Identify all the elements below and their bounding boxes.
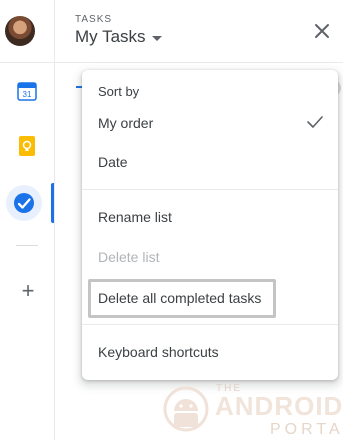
sort-date-item[interactable]: Date	[82, 144, 338, 180]
checkmark-icon	[307, 116, 323, 128]
keyboard-shortcuts-item[interactable]: Keyboard shortcuts	[82, 334, 338, 370]
caret-down-icon	[151, 36, 162, 41]
side-rail: 31 +	[0, 0, 55, 440]
rail-divider	[16, 245, 38, 246]
sort-by-label: Sort by	[98, 84, 140, 99]
tasks-app-button[interactable]	[6, 185, 42, 221]
menu-divider	[82, 189, 338, 190]
menu-item-label: Rename list	[98, 209, 172, 225]
header-eyebrow: TASKS	[75, 14, 113, 25]
list-options-menu: Sort by My order Date Rename list Delete…	[82, 70, 338, 380]
header-divider	[55, 62, 343, 63]
delete-completed-tasks-item[interactable]: Delete all completed tasks	[82, 280, 338, 316]
add-addon-icon[interactable]: +	[18, 280, 38, 302]
list-name: My Tasks	[75, 27, 146, 46]
keep-icon[interactable]	[16, 135, 38, 157]
menu-item-label: Keyboard shortcuts	[98, 344, 219, 360]
list-selector[interactable]: My Tasks	[75, 27, 162, 47]
menu-item-label: Delete list	[98, 249, 160, 265]
android-robot-icon	[163, 386, 209, 432]
watermark-line3: PORTAL	[270, 421, 343, 438]
active-indicator	[51, 183, 54, 223]
menu-divider	[82, 324, 338, 325]
close-icon[interactable]	[312, 21, 332, 41]
rename-list-item[interactable]: Rename list	[82, 199, 338, 235]
rail-divider	[0, 62, 54, 63]
tasks-icon	[14, 193, 34, 213]
calendar-icon[interactable]: 31	[16, 80, 38, 102]
delete-list-item: Delete list	[82, 239, 338, 275]
watermark-line2: ANDROID	[215, 391, 343, 421]
sort-my-order-item[interactable]: My order	[82, 105, 338, 141]
menu-item-label: Date	[98, 154, 128, 170]
calendar-day: 31	[23, 90, 32, 99]
menu-item-label: Delete all completed tasks	[98, 290, 262, 306]
avatar[interactable]	[5, 16, 35, 46]
menu-item-label: My order	[98, 115, 154, 131]
watermark: THE ANDROID PORTAL	[160, 383, 343, 439]
